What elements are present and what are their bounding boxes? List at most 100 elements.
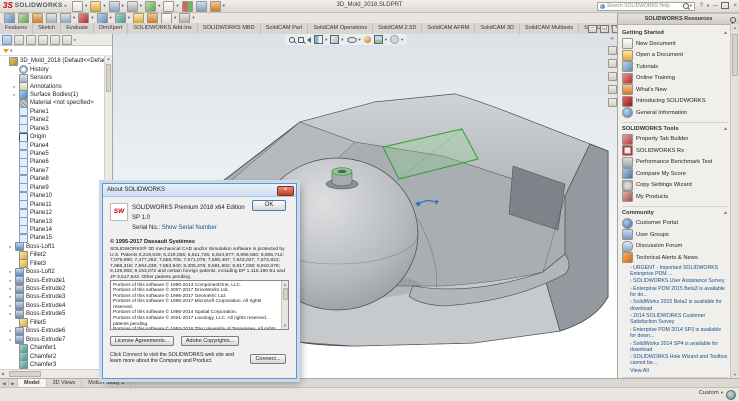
toolbar-icon[interactable]: [18, 13, 29, 24]
units-selector[interactable]: Custom ▾: [699, 390, 723, 396]
collapse-section-icon[interactable]: ▲: [723, 30, 728, 36]
expand-icon[interactable]: ▸: [8, 286, 13, 292]
news-link[interactable]: 2014 SOLIDWORKS Customer Satisfaction Su…: [630, 313, 728, 325]
search-input[interactable]: Search SOLIDWORKS Help: [607, 3, 681, 9]
toolbar-icon[interactable]: [147, 13, 158, 24]
hide-show-items-icon[interactable]: [347, 37, 357, 43]
command-tab[interactable]: SolidCAM Part: [261, 23, 309, 34]
command-tab[interactable]: SOLIDWORKS Add-Ins: [128, 23, 197, 34]
tree-item[interactable]: ▸ Plane7: [0, 167, 105, 175]
section-solidworks-tools[interactable]: SOLIDWORKS Tools ▲: [622, 126, 728, 132]
task-pane-link[interactable]: Discussion Forum: [622, 241, 728, 253]
scroll-thumb[interactable]: [732, 34, 738, 76]
command-tab[interactable]: SolidCAM AFRM: [422, 23, 475, 34]
view-orientation-icon[interactable]: [330, 35, 339, 44]
rebuild-icon[interactable]: [182, 1, 193, 12]
minimize-icon[interactable]: ─: [713, 3, 717, 9]
task-pane-link[interactable]: General Information: [622, 107, 728, 119]
tree-item[interactable]: ▸ 3D_Mold_2018 (Default<<Default>_Disp: [0, 57, 105, 65]
task-pane-link[interactable]: Compare My Score: [622, 168, 728, 180]
tree-item[interactable]: ▸ Boss-Extrude5: [0, 310, 105, 318]
restore-icon[interactable]: [721, 2, 729, 9]
design-library-tab-icon[interactable]: [608, 59, 617, 68]
license-box-scrollbar[interactable]: ▲ ▼: [281, 281, 288, 329]
scroll-left-icon[interactable]: ◀: [1, 370, 4, 377]
tree-item[interactable]: ▸ Boss-Loft1: [0, 243, 105, 251]
tree-item[interactable]: ▸ Plane14: [0, 226, 105, 234]
scroll-thumb[interactable]: [106, 64, 111, 92]
expand-icon[interactable]: ▸: [12, 84, 17, 90]
tree-item[interactable]: ▸ Chamfer1: [0, 344, 105, 352]
task-pane-scrollbar[interactable]: ▲ ▼: [730, 24, 739, 378]
task-pane-link[interactable]: New Document: [622, 38, 728, 50]
configurationmanager-tab-icon[interactable]: [26, 35, 36, 45]
news-link[interactable]: Enterprise PDM 2015 Beta3 is available f…: [630, 286, 728, 298]
toolbar-icon[interactable]: [32, 13, 43, 24]
tree-item[interactable]: ▸ Fillet3: [0, 260, 105, 268]
tree-item[interactable]: ▸ Boss-Extrude2: [0, 285, 105, 293]
tree-item[interactable]: ▸ Fillet2: [0, 251, 105, 259]
section-community[interactable]: Community ▲: [622, 210, 728, 216]
scroll-thumb[interactable]: [283, 288, 288, 300]
task-pane-link[interactable]: Performance Benchmark Test: [622, 157, 728, 169]
expand-icon[interactable]: ▸: [8, 337, 13, 343]
expand-icon[interactable]: ▸: [8, 303, 13, 309]
task-pane-link[interactable]: Property Tab Builder: [622, 134, 728, 146]
menu-flyout-icon[interactable]: ▸: [65, 3, 68, 9]
tree-item[interactable]: ▸ Surface Bodies(1): [0, 91, 105, 99]
tree-item[interactable]: ▸ Plane5: [0, 150, 105, 158]
web-help-icon[interactable]: [726, 390, 736, 400]
tabs-overflow-icon[interactable]: ▸: [74, 37, 76, 43]
expand-icon[interactable]: ▸: [8, 311, 13, 317]
command-tab[interactable]: DimXpert: [94, 23, 128, 34]
view-settings-icon[interactable]: [390, 35, 399, 44]
task-pane-link[interactable]: User Groups: [622, 229, 728, 241]
news-link[interactable]: SolidWorks 2014 SP4 is available for dow…: [630, 341, 728, 353]
command-tab[interactable]: SOLIDWORKS MBD: [198, 23, 261, 34]
zoom-area-icon[interactable]: [298, 37, 304, 43]
expand-icon[interactable]: ▸: [8, 278, 13, 284]
task-pane-link[interactable]: Tutorials: [622, 61, 728, 73]
tree-item[interactable]: ▸ Plane8: [0, 175, 105, 183]
command-tab[interactable]: SolidCAM Operations: [308, 23, 373, 34]
dialog-titlebar[interactable]: About SOLIDWORKS ×: [103, 184, 296, 197]
scroll-down-icon[interactable]: ▼: [731, 371, 739, 378]
scroll-up-icon[interactable]: ▲: [105, 55, 112, 62]
tree-item[interactable]: ▸ Annotations: [0, 82, 105, 90]
resources-tab-icon[interactable]: [608, 46, 617, 55]
save-icon[interactable]: [109, 1, 120, 12]
expand-icon[interactable]: ▸: [12, 92, 17, 98]
expand-icon[interactable]: ▸: [8, 244, 13, 250]
license-agreements-button[interactable]: License Agreements...: [110, 336, 174, 346]
toolbar-icon[interactable]: [97, 13, 108, 24]
task-pane-link[interactable]: Introducing SOLIDWORKS: [622, 96, 728, 108]
collapse-section-icon[interactable]: ▲: [723, 126, 728, 132]
help-dropdown-icon[interactable]: ▾: [707, 3, 709, 9]
collapse-section-icon[interactable]: ▲: [723, 210, 728, 216]
news-link[interactable]: URGENT - Important SOLIDWORKS Enterprise…: [630, 265, 728, 277]
task-pane-link[interactable]: Customer Portal: [622, 218, 728, 230]
scroll-thumb[interactable]: [9, 371, 41, 377]
undo-icon[interactable]: [145, 1, 156, 12]
tree-item[interactable]: ▸ Plane2: [0, 116, 105, 124]
tree-item[interactable]: ▸ Plane13: [0, 217, 105, 225]
pin-icon[interactable]: [730, 17, 736, 23]
task-pane-link[interactable]: SOLIDWORKS Rx: [622, 145, 728, 157]
toolbar-icon[interactable]: [60, 13, 71, 24]
options-icon[interactable]: [210, 1, 221, 12]
task-pane-link[interactable]: What's New: [622, 84, 728, 96]
displaymanager-tab-icon[interactable]: [50, 35, 60, 45]
tree-item[interactable]: ▸ Origin: [0, 133, 105, 141]
apply-scene-icon[interactable]: [374, 35, 383, 44]
connect-button[interactable]: Connect...: [250, 354, 286, 364]
tree-item[interactable]: ▸ Boss-Extrude1: [0, 276, 105, 284]
toolbar-icon[interactable]: [133, 13, 144, 24]
dimxpertmanager-tab-icon[interactable]: [38, 35, 48, 45]
news-link[interactable]: SOLIDWORKS User Assistance Survey: [630, 278, 728, 284]
task-pane-link[interactable]: Copy Settings Wizard: [622, 180, 728, 192]
command-tab[interactable]: SolidCAM 3D: [475, 23, 520, 34]
toolbar-icon[interactable]: [115, 13, 126, 24]
news-link[interactable]: SolidWorks 2015 Beta2 is available for d…: [630, 299, 728, 311]
task-pane-link[interactable]: Technical Alerts & News: [622, 252, 728, 264]
command-tab[interactable]: Sketch: [33, 23, 61, 34]
